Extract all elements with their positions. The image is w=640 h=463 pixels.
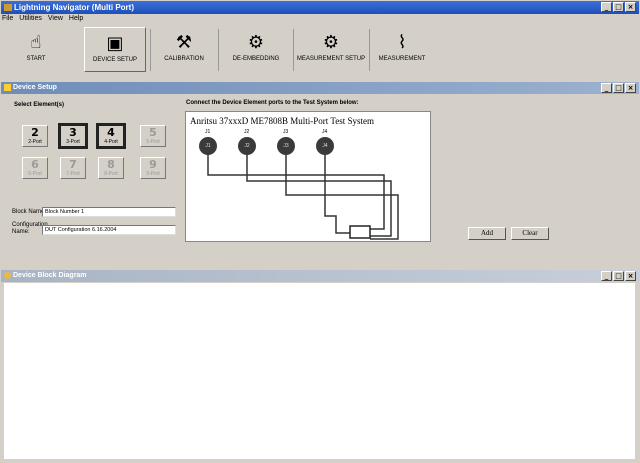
- panel-close-button[interactable]: ×: [625, 271, 636, 281]
- title-bar: Lightning Navigator (Multi Port) _ □ ×: [1, 1, 639, 14]
- wrench-icon: ⚒: [175, 32, 193, 53]
- device-2-port[interactable]: 2 2-Port: [22, 125, 48, 147]
- toolbar-device-setup-button[interactable]: ▣ DEVICE SETUP: [84, 27, 146, 72]
- connect-instruction: Connect the Device Element ports to the …: [186, 100, 359, 106]
- menu-utilities[interactable]: Utilities: [19, 15, 42, 25]
- device-5-port[interactable]: 5 5-Port: [140, 125, 166, 147]
- device-setup-title-bar: Device Setup _ □ ×: [1, 82, 639, 94]
- device-9-port[interactable]: 9 9-Port: [140, 157, 166, 179]
- toolbar-measurement-button[interactable]: ⌇ MEASUREMENT: [372, 27, 432, 72]
- panel-close-button[interactable]: ×: [625, 83, 636, 93]
- device-block-diagram-title: Device Block Diagram: [13, 272, 87, 279]
- menu-bar: File Utilities View Help: [2, 15, 83, 25]
- network-icon: ⚙: [247, 32, 265, 53]
- menu-help[interactable]: Help: [69, 15, 83, 25]
- panel-maximize-button[interactable]: □: [613, 83, 624, 93]
- clear-button[interactable]: Clear: [511, 227, 549, 240]
- port-j3[interactable]: J3: [277, 137, 295, 155]
- chip-icon: ▣: [106, 33, 124, 54]
- toolbar-measurement-setup-button[interactable]: ⚙ MEASUREMENT SETUP: [296, 27, 366, 72]
- device-block-diagram-canvas[interactable]: [4, 283, 635, 459]
- panel-icon: [4, 272, 11, 279]
- panel-minimize-button[interactable]: _: [601, 271, 612, 281]
- connection-line-j3: [285, 152, 399, 240]
- port-j1[interactable]: J1: [199, 137, 217, 155]
- menu-file[interactable]: File: [2, 15, 13, 25]
- device-4-port[interactable]: 4 4-Port: [96, 123, 126, 149]
- window-title: Lightning Navigator (Multi Port): [14, 3, 134, 12]
- app-icon: [4, 4, 12, 11]
- panel-minimize-button[interactable]: _: [601, 83, 612, 93]
- port-j4[interactable]: J4: [316, 137, 334, 155]
- device-setup-title: Device Setup: [13, 84, 57, 91]
- device-block-diagram-title-bar: Device Block Diagram _ □ ×: [1, 270, 639, 282]
- device-6-port[interactable]: 6 6-Port: [22, 157, 48, 179]
- instrument-icon: ⚙: [322, 32, 340, 53]
- port-j1-label: J1: [205, 129, 211, 135]
- port-j3-label: J3: [283, 129, 289, 135]
- maximize-button[interactable]: □: [613, 2, 624, 12]
- minimize-button[interactable]: _: [601, 2, 612, 12]
- toolbar-calibration-button[interactable]: ⚒ CALIBRATION: [154, 27, 214, 72]
- port-j2[interactable]: J2: [238, 137, 256, 155]
- app-window: Lightning Navigator (Multi Port) _ □ × F…: [0, 0, 640, 463]
- connection-line-j2: [246, 152, 392, 237]
- configuration-name-label: Name:: [12, 229, 30, 235]
- graph-icon: ⌇: [397, 32, 407, 53]
- port-j4-label: J4: [322, 129, 328, 135]
- close-button[interactable]: ×: [625, 2, 636, 12]
- connection-line-j1: [207, 152, 385, 230]
- panel-maximize-button[interactable]: □: [613, 271, 624, 281]
- add-button[interactable]: Add: [468, 227, 506, 240]
- hand-pointer-icon: ☝: [30, 32, 42, 53]
- test-system-panel: Anritsu 37xxxD ME7808B Multi-Port Test S…: [185, 111, 431, 242]
- device-element[interactable]: [349, 225, 371, 239]
- window-controls: _ □ ×: [601, 2, 636, 12]
- menu-view[interactable]: View: [48, 15, 63, 25]
- connection-diagram: [207, 152, 399, 240]
- block-name-field[interactable]: Block Number 1: [42, 207, 176, 217]
- connection-line-j4: [324, 152, 350, 234]
- toolbar-deembedding-button[interactable]: ⚙ DE-EMBEDDING: [224, 27, 288, 72]
- port-j2-label: J2: [244, 129, 250, 135]
- configuration-name-field[interactable]: DUT Configuration 6.16.2004: [42, 225, 176, 235]
- device-8-port[interactable]: 8 8-Port: [98, 157, 124, 179]
- select-elements-label: Select Element(s): [14, 102, 65, 108]
- block-name-label: Block Name:: [12, 209, 47, 215]
- device-7-port[interactable]: 7 7-Port: [60, 157, 86, 179]
- toolbar-start-button[interactable]: ☝ START: [8, 27, 64, 72]
- toolbar: ☝ START ▣ DEVICE SETUP ⚒ CALIBRATION ⚙ D…: [2, 27, 638, 74]
- panel-icon: [4, 84, 11, 91]
- device-3-port[interactable]: 3 3-Port: [58, 123, 88, 149]
